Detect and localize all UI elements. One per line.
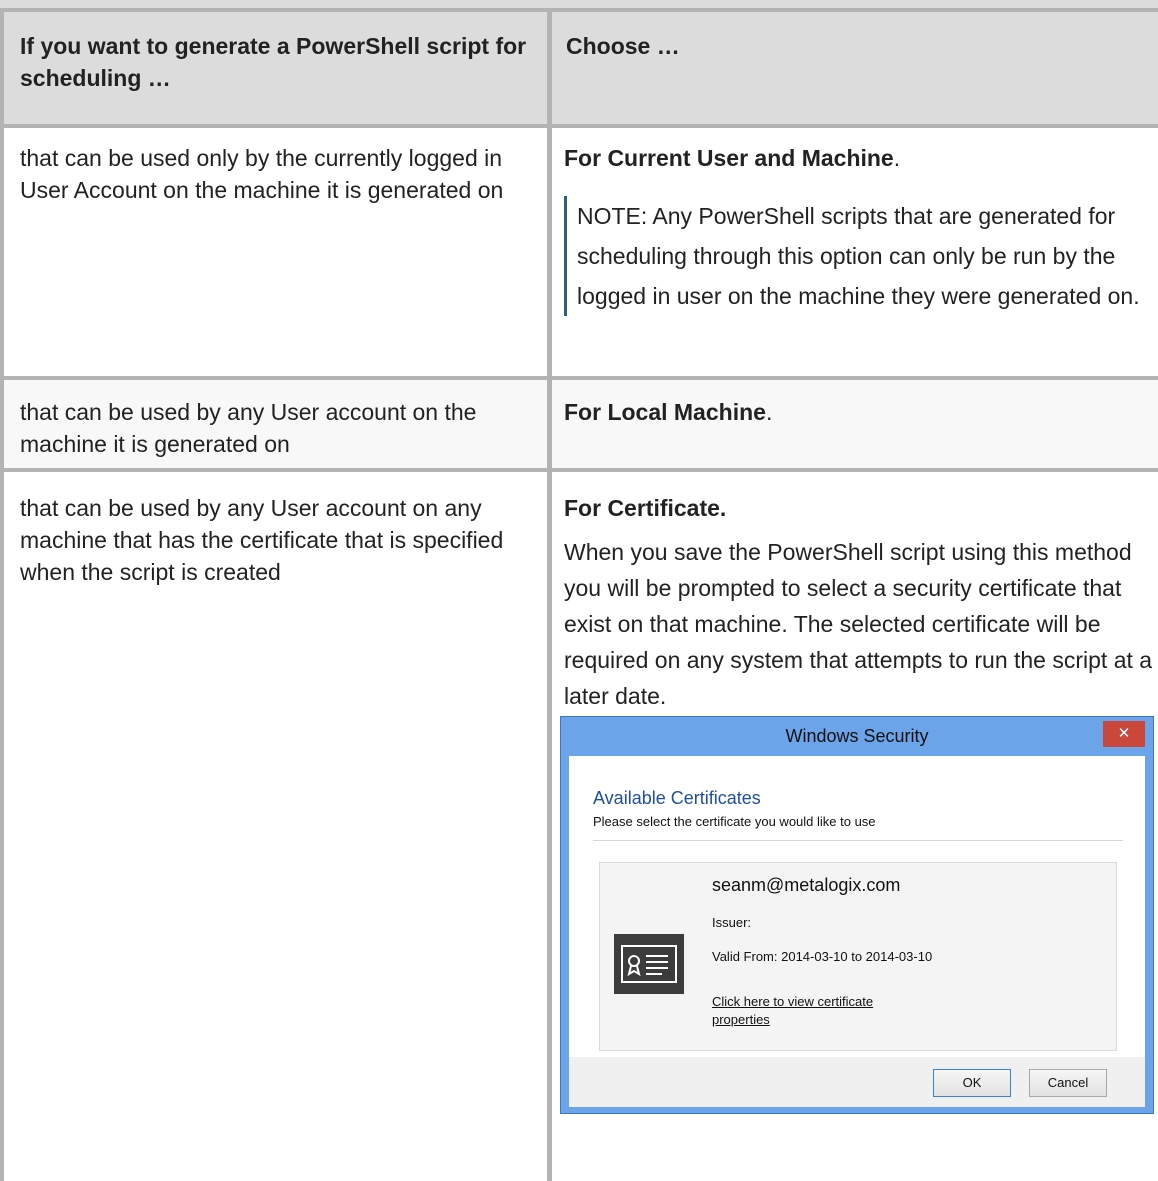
certificate-icon bbox=[614, 934, 684, 994]
table-row-divider bbox=[0, 124, 1158, 128]
table-row-divider bbox=[0, 376, 1158, 380]
table-column-divider bbox=[547, 8, 552, 1181]
dialog-title: Windows Security bbox=[785, 726, 929, 746]
row-certificate-condition: that can be used by any User account on … bbox=[20, 495, 504, 585]
certificate-email: seanm@metalogix.com bbox=[712, 875, 901, 895]
dialog-body: Available Certificates Please select the… bbox=[569, 756, 1145, 1107]
certificate-validity: Valid From: 2014-03-10 to 2014-03-10 bbox=[712, 949, 933, 964]
choice-certificate: For Certificate. bbox=[564, 495, 727, 521]
header-condition: If you want to generate a PowerShell scr… bbox=[20, 33, 527, 91]
dialog-footer: OK Cancel bbox=[569, 1057, 1145, 1107]
choice-suffix: . bbox=[893, 145, 901, 171]
dialog-separator bbox=[593, 840, 1123, 841]
table-border-top bbox=[0, 8, 1158, 12]
row-current-user-condition: that can be used only by the currently l… bbox=[20, 145, 504, 203]
certificate-description: When you save the PowerShell script usin… bbox=[564, 539, 1153, 709]
view-certificate-link[interactable]: Click here to view certificate propertie… bbox=[712, 993, 932, 1029]
dialog-subheading: Please select the certificate you would … bbox=[593, 814, 876, 829]
row-local-machine-condition: that can be used by any User account on … bbox=[20, 399, 477, 457]
choice-current-user: For Current User and Machine bbox=[564, 145, 894, 171]
certificate-option[interactable]: seanm@metalogix.com Issuer: Valid From: … bbox=[599, 862, 1117, 1051]
choice-local-machine: For Local Machine bbox=[564, 399, 766, 425]
choice-suffix: . bbox=[765, 399, 773, 425]
certificate-issuer: Issuer: bbox=[712, 915, 752, 930]
table-border-left bbox=[0, 8, 4, 1181]
row-current-user-choice: For Current User and Machine. bbox=[564, 142, 1154, 174]
dialog-heading: Available Certificates bbox=[593, 788, 761, 808]
row-local-machine-choice: For Local Machine. bbox=[564, 396, 1154, 428]
cancel-button[interactable]: Cancel bbox=[1029, 1069, 1107, 1097]
header-choose: Choose … bbox=[566, 33, 680, 59]
close-icon[interactable]: ✕ bbox=[1103, 721, 1145, 747]
table-row-divider bbox=[0, 468, 1158, 472]
note-current-user: NOTE: Any PowerShell scripts that are ge… bbox=[564, 196, 1158, 316]
ok-button[interactable]: OK bbox=[933, 1069, 1011, 1097]
windows-security-dialog: Windows Security ✕ Available Certificate… bbox=[560, 716, 1154, 1114]
